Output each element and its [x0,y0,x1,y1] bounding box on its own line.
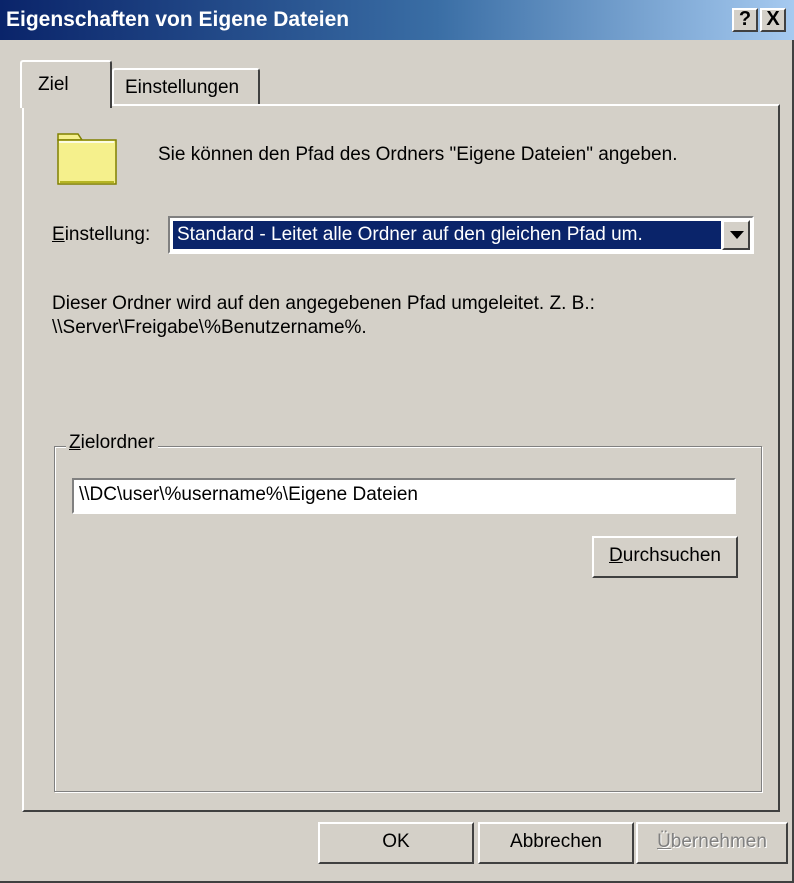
browse-button[interactable]: Durchsuchen [592,536,738,578]
target-folder-label: Zielordner [66,432,158,454]
target-path-input[interactable]: \\DC\user\%username%\Eigene Dateien [72,478,736,514]
setting-dropdown-value: Standard - Leitet alle Ordner auf den gl… [173,221,721,249]
apply-button[interactable]: Übernehmen [636,822,788,864]
cancel-button[interactable]: Abbrechen [478,822,634,864]
tab-einstellungen[interactable]: Einstellungen [112,68,260,106]
target-folder-label-text: ielordner [80,432,155,453]
tab-ziel[interactable]: Ziel [20,60,112,108]
browse-mnemonic: D [609,545,623,566]
title-bar[interactable]: Eigenschaften von Eigene Dateien ? X [0,0,794,40]
window-title: Eigenschaften von Eigene Dateien [6,8,350,31]
setting-label-text: instellung: [64,224,151,245]
help-icon[interactable]: ? [732,8,758,32]
setting-label: Einstellung: [52,224,150,246]
browse-label: urchsuchen [622,545,721,566]
target-folder-mnemonic: Z [69,432,81,453]
setting-label-mnemonic: E [52,224,65,245]
folder-icon [57,133,117,185]
description-line-2: \\Server\Freigabe\%Benutzername%. [52,317,367,338]
description-text: Dieser Ordner wird auf den angegebenen P… [52,292,595,340]
apply-mnemonic: Ü [657,831,671,852]
dropdown-arrow-icon[interactable] [722,220,750,250]
properties-dialog: Eigenschaften von Eigene Dateien ? X Zie… [0,0,794,883]
setting-dropdown[interactable]: Standard - Leitet alle Ordner auf den gl… [168,216,754,254]
ok-button[interactable]: OK [318,822,474,864]
apply-label: bernehmen [670,831,767,852]
description-line-1: Dieser Ordner wird auf den angegebenen P… [52,293,595,314]
intro-text: Sie können den Pfad des Ordners "Eigene … [158,144,678,165]
close-icon[interactable]: X [760,8,786,32]
